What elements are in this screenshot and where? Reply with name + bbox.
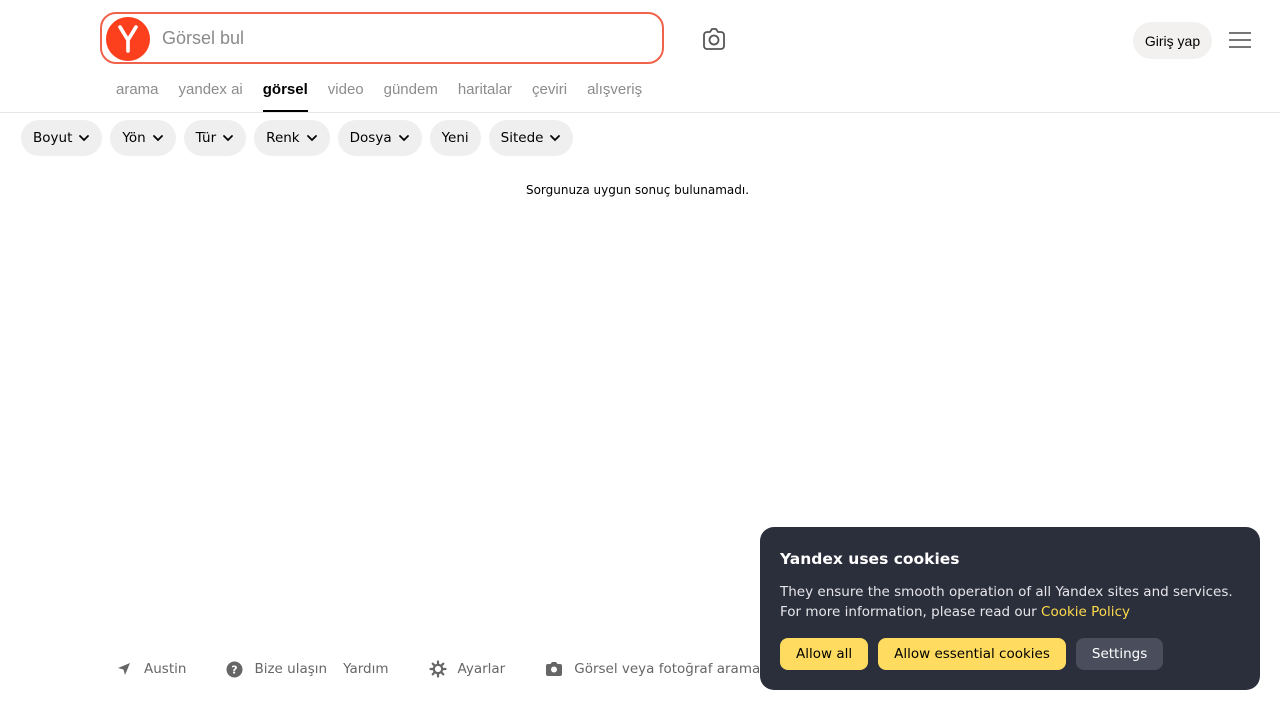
tab-ceviri[interactable]: çeviri — [532, 80, 567, 112]
cookie-banner: Yandex uses cookies They ensure the smoo… — [760, 527, 1260, 690]
filter-label: Yön — [122, 130, 146, 146]
question-circle-icon: ? — [226, 661, 243, 677]
footer-settings[interactable]: Ayarlar — [428, 660, 506, 678]
camera-search-icon[interactable] — [698, 24, 730, 56]
footer-image-search-label: Görsel veya fotoğraf arama — [574, 661, 761, 677]
gear-icon — [428, 660, 447, 678]
filter-bar: Boyut Yön Tür Renk Dosya Yeni Sitede — [21, 120, 574, 156]
tab-gorsel[interactable]: görsel — [262, 80, 308, 112]
camera-icon — [546, 662, 563, 676]
chevron-down-icon — [79, 135, 90, 142]
cookie-text: They ensure the smooth operation of all … — [780, 582, 1240, 622]
hamburger-menu-icon[interactable] — [1229, 30, 1251, 50]
tab-alisveris[interactable]: alışveriş — [587, 80, 642, 112]
cookie-settings-button[interactable]: Settings — [1075, 638, 1164, 670]
chevron-down-icon — [398, 135, 409, 142]
filter-new[interactable]: Yeni — [429, 120, 481, 156]
footer-help[interactable]: Yardım — [343, 661, 388, 677]
footer-location-label: Austin — [144, 661, 187, 677]
service-tabs: arama yandex ai görsel video gündem hari… — [116, 80, 662, 112]
filter-type[interactable]: Tür — [183, 120, 247, 156]
cookie-title: Yandex uses cookies — [780, 550, 960, 568]
chevron-down-icon — [306, 135, 317, 142]
tab-arama[interactable]: arama — [116, 80, 159, 112]
cookie-description: They ensure the smooth operation of all … — [780, 584, 1233, 620]
footer-settings-label: Ayarlar — [457, 661, 506, 677]
chevron-down-icon — [223, 135, 234, 142]
cookie-actions: Allow all Allow essential cookies Settin… — [780, 638, 1164, 670]
tab-haritalar[interactable]: haritalar — [458, 80, 512, 112]
location-arrow-icon — [118, 663, 130, 675]
filter-label: Yeni — [441, 130, 469, 146]
footer-help-label: Yardım — [343, 661, 389, 677]
allow-all-button[interactable]: Allow all — [780, 638, 869, 670]
footer-contact-label: Bize ulaşın — [254, 661, 328, 677]
filter-site[interactable]: Sitede — [488, 120, 574, 156]
footer-image-search[interactable]: Görsel veya fotoğraf arama — [545, 661, 760, 677]
filter-label: Tür — [195, 130, 217, 146]
svg-text:?: ? — [232, 663, 238, 676]
tab-yandex-ai[interactable]: yandex ai — [179, 80, 243, 112]
filter-label: Dosya — [349, 130, 392, 146]
filter-label: Renk — [266, 130, 300, 146]
filter-label: Sitede — [500, 130, 544, 146]
search-box[interactable] — [100, 12, 664, 64]
filter-orientation[interactable]: Yön — [110, 120, 176, 156]
filter-size[interactable]: Boyut — [21, 120, 103, 156]
chevron-down-icon — [152, 135, 163, 142]
login-button[interactable]: Giriş yap — [1133, 22, 1212, 59]
tab-video[interactable]: video — [328, 80, 364, 112]
tab-gundem[interactable]: gündem — [384, 80, 438, 112]
filter-file[interactable]: Dosya — [337, 120, 422, 156]
footer-location[interactable]: Austin — [116, 661, 186, 677]
search-input[interactable] — [162, 14, 652, 62]
allow-essential-button[interactable]: Allow essential cookies — [878, 638, 1066, 670]
footer: Austin ? Bize ulaşın Yardım Ayarlar Görs… — [116, 658, 760, 680]
filter-label: Boyut — [33, 130, 73, 146]
header-divider — [0, 112, 1280, 113]
no-results-message: Sorgunuza uygun sonuç bulunamadı. — [525, 183, 750, 197]
filter-color[interactable]: Renk — [254, 120, 330, 156]
cookie-policy-link[interactable]: Cookie Policy — [1041, 604, 1130, 620]
chevron-down-icon — [550, 135, 561, 142]
yandex-logo-icon[interactable] — [106, 17, 150, 61]
footer-contact[interactable]: ? Bize ulaşın — [226, 661, 327, 678]
